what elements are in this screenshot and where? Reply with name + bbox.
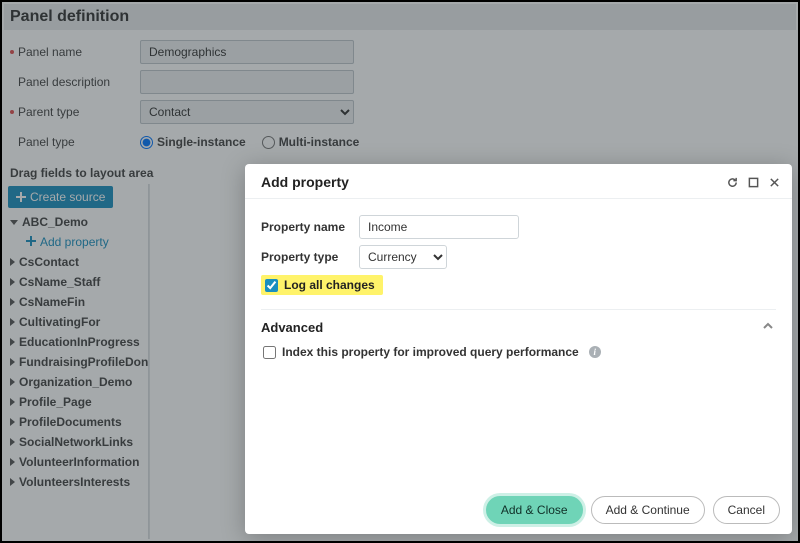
close-icon[interactable] [769, 177, 780, 188]
tree-item-label: ProfileDocuments [19, 415, 122, 429]
source-tree: ABC_Demo Add property CsContact CsName_S… [4, 212, 148, 492]
panel-name-input[interactable] [140, 40, 354, 64]
tree-item[interactable]: CsName_Staff [8, 272, 148, 292]
refresh-icon[interactable] [727, 177, 738, 188]
source-tree-sidebar: Create source ABC_Demo Add property CsCo… [4, 184, 149, 539]
index-property-label: Index this property for improved query p… [282, 345, 579, 359]
tree-item[interactable]: EducationInProgress [8, 332, 148, 352]
chevron-right-icon [10, 278, 15, 286]
chevron-right-icon [10, 438, 15, 446]
tree-item[interactable]: SocialNetworkLinks [8, 432, 148, 452]
panel-description-input[interactable] [140, 70, 354, 94]
create-source-button[interactable]: Create source [8, 186, 113, 208]
chevron-right-icon [10, 478, 15, 486]
chevron-right-icon [10, 338, 15, 346]
panel-type-single-radio[interactable] [140, 136, 153, 149]
tree-item-label: CsContact [19, 255, 79, 269]
tree-item-label: CsNameFin [19, 295, 85, 309]
add-property-link[interactable]: Add property [8, 232, 148, 252]
advanced-heading: Advanced [261, 320, 776, 335]
tree-item[interactable]: VolunteersInterests [8, 472, 148, 492]
panel-description-label: Panel description [18, 75, 110, 89]
tree-item-label: Profile_Page [19, 395, 92, 409]
add-and-continue-button[interactable]: Add & Continue [591, 496, 705, 524]
tree-item[interactable]: VolunteerInformation [8, 452, 148, 472]
add-property-modal: Add property Property name Property type… [245, 164, 792, 534]
tree-item-label: SocialNetworkLinks [19, 435, 133, 449]
cancel-button[interactable]: Cancel [713, 496, 780, 524]
panel-name-label: Panel name [18, 45, 82, 59]
panel-type-multi-option[interactable]: Multi-instance [262, 135, 360, 149]
panel-type-multi-radio[interactable] [262, 136, 275, 149]
tree-item-label: ABC_Demo [22, 215, 88, 229]
property-name-label: Property name [261, 220, 359, 234]
chevron-right-icon [10, 398, 15, 406]
page-title: Panel definition [4, 4, 796, 30]
tree-item[interactable]: Organization_Demo [8, 372, 148, 392]
chevron-down-icon [10, 220, 18, 225]
property-type-label: Property type [261, 250, 359, 264]
property-name-input[interactable] [359, 215, 519, 239]
chevron-right-icon [10, 458, 15, 466]
plus-icon [26, 236, 36, 246]
maximize-icon[interactable] [748, 177, 759, 188]
info-icon[interactable]: i [589, 346, 601, 358]
panel-type-single-option[interactable]: Single-instance [140, 135, 246, 149]
tree-item-abc-demo[interactable]: ABC_Demo [8, 212, 148, 232]
tree-item-label: Organization_Demo [19, 375, 132, 389]
log-all-changes-label: Log all changes [284, 278, 375, 292]
add-property-label: Add property [40, 235, 109, 249]
required-dot [10, 50, 14, 54]
tree-item[interactable]: FundraisingProfileDonorInfo [8, 352, 148, 372]
create-source-label: Create source [30, 190, 105, 204]
property-type-select[interactable]: Currency [359, 245, 447, 269]
chevron-right-icon [10, 418, 15, 426]
tree-item-label: VolunteerInformation [19, 455, 139, 469]
advanced-section: Advanced Index this property for improve… [261, 309, 776, 359]
chevron-right-icon [10, 298, 15, 306]
add-and-close-button[interactable]: Add & Close [486, 496, 583, 524]
modal-title: Add property [261, 174, 727, 190]
log-all-changes-checkbox[interactable] [265, 279, 278, 292]
chevron-right-icon [10, 378, 15, 386]
tree-item[interactable]: CultivatingFor [8, 312, 148, 332]
panel-type-multi-label: Multi-instance [279, 135, 360, 149]
panel-type-label: Panel type [18, 135, 75, 149]
tree-item[interactable]: CsNameFin [8, 292, 148, 312]
index-property-checkbox[interactable] [263, 346, 276, 359]
parent-type-label: Parent type [18, 105, 79, 119]
panel-type-single-label: Single-instance [157, 135, 246, 149]
tree-item-label: VolunteersInterests [19, 475, 130, 489]
tree-item[interactable]: Profile_Page [8, 392, 148, 412]
tree-item[interactable]: CsContact [8, 252, 148, 272]
plus-icon [16, 192, 26, 202]
parent-type-select[interactable]: Contact [140, 100, 354, 124]
chevron-up-icon[interactable] [762, 320, 774, 335]
tree-item[interactable]: ProfileDocuments [8, 412, 148, 432]
chevron-right-icon [10, 258, 15, 266]
log-all-changes-option[interactable]: Log all changes [261, 275, 383, 295]
required-dot [10, 110, 14, 114]
chevron-right-icon [10, 318, 15, 326]
panel-definition-form: Panel name Panel description Parent type… [4, 30, 796, 162]
tree-item-label: EducationInProgress [19, 335, 140, 349]
tree-item-label: FundraisingProfileDonorInfo [19, 355, 148, 369]
tree-item-label: CultivatingFor [19, 315, 100, 329]
chevron-right-icon [10, 358, 15, 366]
tree-item-label: CsName_Staff [19, 275, 100, 289]
